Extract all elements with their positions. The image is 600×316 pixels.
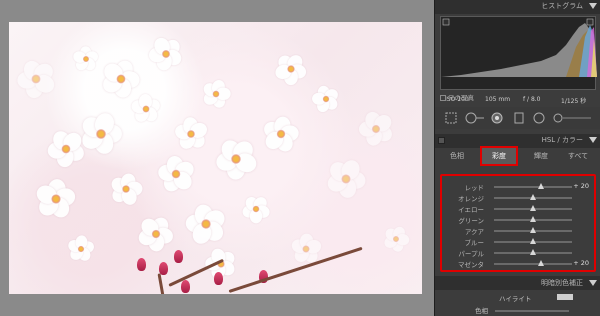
split-toning-header[interactable]: 明暗別色補正 bbox=[435, 276, 600, 290]
slider-label: ブルー bbox=[464, 239, 485, 247]
spot-removal-icon[interactable] bbox=[465, 112, 485, 124]
shutter-speed: 1/125 秒 bbox=[561, 98, 587, 105]
split-hue-row: 色相 bbox=[435, 305, 600, 316]
slider-label: マゼンタ bbox=[458, 261, 484, 269]
develop-right-panel: ヒストグラム ISO 100 105 mm f / 8.0 1/125 秒 元の… bbox=[434, 0, 600, 316]
slider-track[interactable] bbox=[494, 263, 572, 265]
tab-luminance[interactable]: 輝度 bbox=[527, 148, 555, 164]
slider-row: イエロー bbox=[442, 204, 592, 214]
slider-row: パープル bbox=[442, 248, 592, 258]
hue-slider-track[interactable] bbox=[495, 310, 569, 312]
blossom bbox=[269, 47, 313, 91]
blossom-bud bbox=[214, 272, 223, 285]
slider-row: オレンジ bbox=[442, 193, 592, 203]
slider-value: + 20 bbox=[573, 182, 589, 190]
histogram: ISO 100 105 mm f / 8.0 1/125 秒 bbox=[440, 16, 597, 105]
slider-label: オレンジ bbox=[458, 195, 484, 203]
blossom bbox=[309, 82, 342, 115]
blossom bbox=[184, 202, 228, 247]
slider-knob[interactable] bbox=[537, 183, 544, 189]
branch bbox=[157, 273, 168, 294]
blossom bbox=[381, 224, 411, 254]
slider-label: アクア bbox=[464, 228, 484, 236]
original-photo-label: 元の写真 bbox=[448, 94, 474, 102]
slider-knob[interactable] bbox=[530, 227, 536, 233]
collapse-triangle-icon[interactable] bbox=[589, 3, 597, 9]
histogram-header[interactable]: ヒストグラム bbox=[435, 0, 600, 14]
cherry-blossom-photo bbox=[9, 22, 422, 294]
crop-overlay-icon[interactable] bbox=[445, 112, 457, 124]
blossom bbox=[151, 149, 200, 198]
blossom-bud bbox=[137, 258, 146, 271]
photo-viewer bbox=[0, 0, 434, 316]
highlight-label: ハイライト bbox=[499, 295, 532, 303]
slider-knob[interactable] bbox=[530, 216, 536, 222]
slider-knob[interactable] bbox=[530, 238, 536, 244]
blossom bbox=[142, 30, 190, 78]
slider-label: グリーン bbox=[458, 217, 484, 225]
blossom bbox=[103, 166, 149, 212]
slider-knob[interactable] bbox=[530, 205, 536, 211]
aperture-value: f / 8.0 bbox=[523, 96, 541, 103]
blossom bbox=[168, 111, 215, 158]
tab-saturation[interactable]: 彩度 bbox=[480, 146, 518, 166]
blossom bbox=[257, 110, 306, 159]
blossom bbox=[65, 233, 97, 265]
slider-row: グリーン bbox=[442, 215, 592, 225]
slider-knob[interactable] bbox=[530, 194, 536, 200]
histogram-graph bbox=[441, 18, 597, 77]
blossom bbox=[323, 156, 368, 201]
blossom bbox=[352, 105, 400, 153]
blossom bbox=[214, 136, 260, 181]
blossom-bud bbox=[181, 280, 190, 293]
slider-knob[interactable] bbox=[537, 260, 544, 266]
tool-strip bbox=[435, 107, 600, 129]
blossom bbox=[239, 192, 274, 227]
slider-row: ブルー bbox=[442, 237, 592, 247]
hue-label: 色相 bbox=[475, 307, 488, 315]
slider-knob[interactable] bbox=[530, 249, 536, 255]
adjustment-brush-icon[interactable] bbox=[553, 112, 593, 124]
slider-label: レッド bbox=[464, 184, 485, 192]
slider-label: パープル bbox=[458, 250, 484, 258]
highlight-clip-icon bbox=[586, 18, 594, 26]
blossom bbox=[33, 177, 79, 222]
slider-row: アクア bbox=[442, 226, 592, 236]
blossom bbox=[132, 210, 181, 259]
hsl-title: HSL / カラー bbox=[541, 136, 583, 144]
collapse-triangle-icon[interactable] bbox=[589, 137, 597, 143]
graduated-filter-icon[interactable] bbox=[513, 112, 525, 124]
hsl-header[interactable]: HSL / カラー bbox=[435, 134, 600, 148]
blossom bbox=[198, 76, 234, 112]
panel-switch-icon[interactable] bbox=[438, 137, 445, 144]
blossom-bud bbox=[174, 250, 183, 263]
saturation-sliders: レッド + 20 オレンジイエローグリーンアクアブルーパープルマゼンタ + 20 bbox=[440, 174, 596, 272]
tab-all[interactable]: すべて bbox=[563, 148, 593, 164]
slider-track[interactable] bbox=[494, 186, 572, 188]
highlight-row: ハイライト bbox=[435, 292, 600, 304]
focal-length: 105 mm bbox=[485, 96, 511, 103]
slider-label: イエロー bbox=[458, 206, 484, 214]
radial-filter-icon[interactable] bbox=[533, 112, 545, 124]
shadow-clip-icon bbox=[442, 18, 450, 26]
histogram-title: ヒストグラム bbox=[541, 2, 583, 10]
highlight-color-swatch[interactable] bbox=[557, 294, 573, 300]
slider-value: + 20 bbox=[573, 259, 589, 267]
collapse-triangle-icon[interactable] bbox=[589, 280, 597, 286]
split-toning-title: 明暗別色補正 bbox=[541, 279, 583, 287]
original-photo-checkbox[interactable] bbox=[440, 95, 446, 101]
original-photo-row[interactable]: 元の写真 bbox=[440, 92, 474, 102]
slider-row: マゼンタ + 20 bbox=[442, 259, 592, 269]
slider-row: レッド + 20 bbox=[442, 182, 592, 192]
tab-hue[interactable]: 色相 bbox=[443, 148, 471, 164]
blossom bbox=[13, 56, 59, 102]
red-eye-icon[interactable] bbox=[491, 112, 503, 124]
blossom bbox=[71, 46, 100, 73]
hsl-tabs: 色相 彩度 輝度 すべて bbox=[441, 146, 597, 166]
